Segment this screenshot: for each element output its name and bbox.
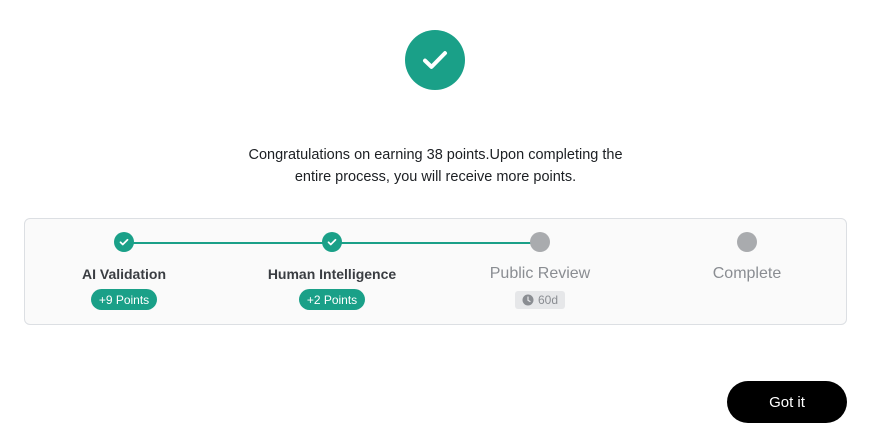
step-public-review: Public Review 60d xyxy=(440,219,640,309)
got-it-button[interactable]: Got it xyxy=(727,381,847,423)
step-label: Public Review xyxy=(489,265,591,282)
step-complete-check-icon xyxy=(322,232,342,252)
step-pending-dot-icon xyxy=(530,232,550,252)
time-remaining-value: 60d xyxy=(537,293,559,307)
time-remaining-badge: 60d xyxy=(514,291,566,309)
points-badge: +2 Points xyxy=(298,289,366,310)
step-label: Complete xyxy=(712,265,782,282)
message-line-2: entire process, you will receive more po… xyxy=(294,169,577,185)
step-complete: Complete xyxy=(647,219,847,283)
success-check-icon xyxy=(405,30,465,90)
step-human-intelligence: Human Intelligence +2 Points xyxy=(232,219,432,310)
points-badge: +9 Points xyxy=(90,289,158,310)
step-complete-check-icon xyxy=(114,232,134,252)
step-pending-dot-icon xyxy=(737,232,757,252)
step-ai-validation: AI Validation +9 Points xyxy=(24,219,224,310)
congratulations-message: Congratulations on earning 38 points.Upo… xyxy=(220,144,651,188)
step-label: Human Intelligence xyxy=(267,266,397,282)
step-label: AI Validation xyxy=(81,266,166,282)
completion-dialog: Congratulations on earning 38 points.Upo… xyxy=(0,0,871,447)
clock-icon xyxy=(522,294,534,306)
progress-steps: AI Validation +9 Points Human Intelligen… xyxy=(24,218,847,325)
message-line-1: Congratulations on earning 38 points.Upo… xyxy=(248,147,623,163)
